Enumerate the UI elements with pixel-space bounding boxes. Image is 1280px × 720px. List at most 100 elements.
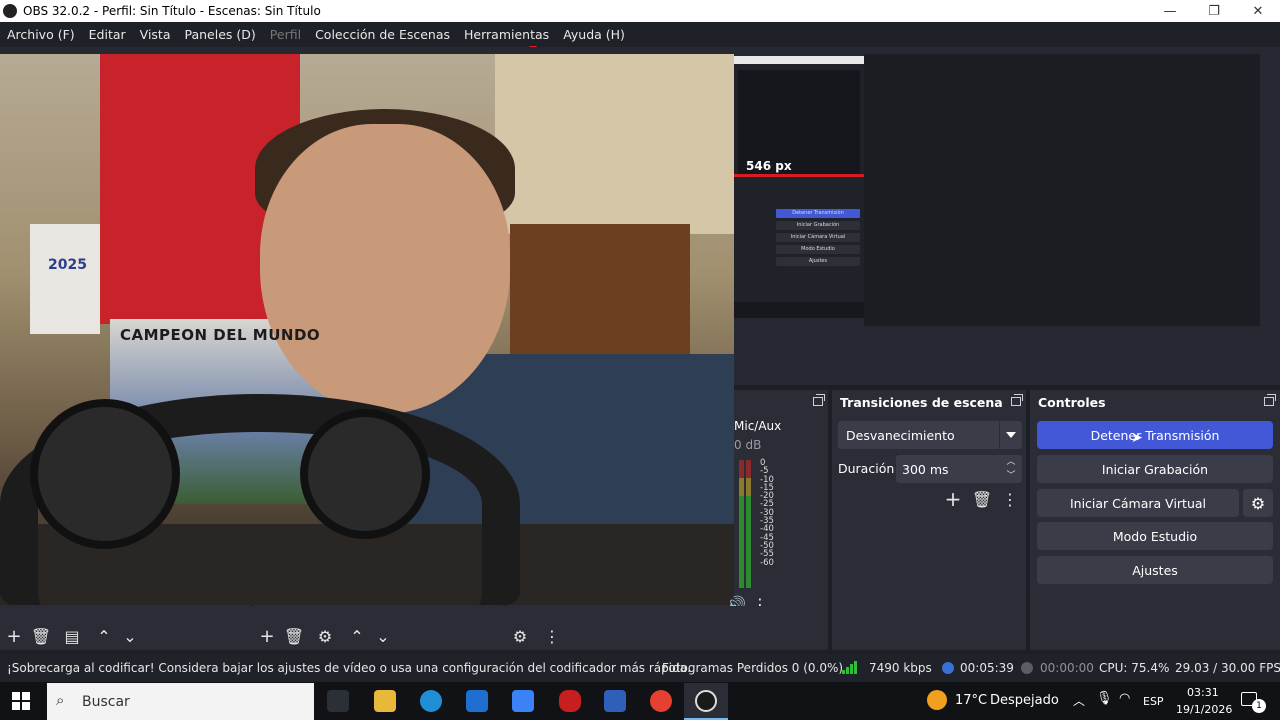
scene-filters-icon[interactable]: ▤	[62, 626, 82, 646]
menu-editar[interactable]: Editar	[82, 27, 133, 42]
weather-sun-icon[interactable]	[927, 690, 947, 710]
virtual-camera-settings-gear-icon[interactable]: ⚙	[1243, 489, 1273, 517]
nested-capture-size-label: 546 px	[746, 159, 792, 173]
duration-value: 300 ms	[902, 461, 949, 477]
start-recording-button[interactable]: Iniciar Grabación	[1037, 455, 1273, 483]
title-bar: OBS 32.0.2 - Perfil: Sin Título - Escena…	[0, 0, 1280, 22]
controls-undock-icon[interactable]	[1264, 394, 1276, 406]
transition-menu-icon[interactable]: ⋮	[1000, 489, 1020, 509]
signal-bars-icon	[842, 661, 857, 674]
nested-capture-taskbar	[734, 302, 864, 318]
menu-coleccion-escenas[interactable]: Colección de Escenas	[308, 27, 457, 42]
webcam-poster-text: CAMPEON DEL MUNDO	[120, 326, 321, 344]
transition-select[interactable]: Desvanecimiento	[838, 421, 1022, 449]
obs-taskbar-icon	[695, 690, 717, 712]
file-explorer-icon[interactable]	[374, 690, 396, 712]
settings-button[interactable]: Ajustes	[1037, 556, 1273, 584]
menu-bar: Archivo (F) Editar Vista Paneles (D) Per…	[0, 22, 1280, 47]
minimize-button[interactable]: —	[1148, 0, 1192, 22]
task-view-icon[interactable]	[327, 690, 349, 712]
add-scene-icon[interactable]: +	[4, 626, 24, 647]
nested-start-recording-button: Iniciar Grabación	[776, 221, 860, 230]
preview-canvas-dark	[864, 54, 1260, 326]
menu-paneles[interactable]: Paneles (D)	[178, 27, 263, 42]
audio-mixer-undock-icon[interactable]	[813, 394, 825, 406]
taskbar-search-box[interactable]: Buscar	[47, 683, 314, 720]
clock-time[interactable]: 03:31	[1187, 686, 1219, 699]
taskbar-search-placeholder: Buscar	[82, 693, 130, 710]
menu-ayuda[interactable]: Ayuda (H)	[556, 27, 632, 42]
chevron-down-icon[interactable]: ﹀	[1000, 469, 1022, 483]
source-up-icon[interactable]: ⌃	[347, 626, 367, 646]
restore-button[interactable]: ❐	[1192, 0, 1236, 22]
webcam-calendar-text: 2025	[48, 257, 87, 273]
duration-label: Duración	[838, 461, 895, 476]
menu-herramientas[interactable]: Herramientas	[457, 27, 556, 42]
microsoft-store-icon[interactable]	[512, 690, 534, 712]
edge-browser-icon[interactable]	[420, 690, 442, 712]
record-status-icon	[1021, 662, 1033, 674]
cpu-usage: CPU: 75.4%	[1099, 661, 1170, 675]
show-hidden-icons-chevron-icon[interactable]: ︿	[1073, 692, 1085, 709]
duration-stepper[interactable]: ︿ ﹀	[1000, 455, 1022, 483]
notepad-icon[interactable]	[604, 690, 626, 712]
add-source-icon[interactable]: +	[257, 626, 277, 647]
transitions-undock-icon[interactable]	[1011, 394, 1023, 406]
chrome-icon[interactable]	[650, 690, 672, 712]
webcam-earcup-right	[300, 409, 430, 539]
mixer-dock-menu-icon[interactable]: ⋮	[542, 626, 562, 646]
chevron-up-icon[interactable]: ︿	[1000, 455, 1022, 469]
mixer-channel-name: Mic/Aux	[734, 419, 782, 433]
status-bar: ¡Sobrecarga al codificar! Considera baja…	[0, 654, 1280, 682]
delete-scene-icon[interactable]: 🗑	[31, 626, 51, 646]
stream-time: 00:05:39	[960, 661, 1014, 675]
nested-virtual-cam-button: Iniciar Cámara Virtual	[776, 233, 860, 242]
scene-down-icon[interactable]: ⌄	[120, 626, 140, 646]
dropped-frames: Fotogramas Perdidos 0 (0.0%)	[662, 661, 844, 675]
microphone-icon[interactable]: 🎙	[1096, 691, 1113, 706]
meter-bar-left	[739, 460, 744, 588]
webcam-preview[interactable]: CAMPEON DEL MUNDO 2025	[0, 54, 734, 605]
webcam-wall	[495, 54, 734, 234]
encoder-overload-warning: ¡Sobrecarga al codificar! Considera baja…	[7, 661, 691, 675]
fps-readout: 29.03 / 30.00 FPS	[1175, 661, 1280, 675]
notification-count-badge: 1	[1252, 699, 1266, 713]
weather-temperature[interactable]: 17°C	[955, 693, 987, 708]
stop-stream-button[interactable]: Detener Transmisión	[1037, 421, 1273, 449]
add-transition-icon[interactable]: +	[943, 487, 963, 511]
mixer-level-readout: 0 dB	[734, 438, 762, 452]
bitrate: 7490 kbps	[869, 661, 932, 675]
outlook-icon[interactable]	[466, 690, 488, 712]
studio-mode-button[interactable]: Modo Estudio	[1037, 522, 1273, 550]
transitions-title: Transiciones de escena	[840, 394, 1003, 410]
menu-vista[interactable]: Vista	[133, 27, 178, 42]
menu-archivo[interactable]: Archivo (F)	[0, 27, 82, 42]
scene-up-icon[interactable]: ⌃	[94, 626, 114, 646]
close-button[interactable]: ✕	[1236, 0, 1280, 22]
weather-description[interactable]: Despejado	[990, 693, 1059, 708]
transition-select-value: Desvanecimiento	[846, 427, 955, 443]
mouse-cursor-icon: ➤	[1131, 430, 1143, 446]
delete-source-icon[interactable]: 🗑	[284, 626, 304, 646]
wifi-icon[interactable]: ◠	[1119, 691, 1130, 706]
webcam-earcup-left	[30, 399, 180, 549]
nested-settings-button: Ajustes	[776, 257, 860, 266]
source-properties-gear-icon[interactable]: ⚙	[315, 626, 335, 646]
source-down-icon[interactable]: ⌄	[373, 626, 393, 646]
red-app-icon[interactable]	[559, 690, 581, 712]
meter-bar-right	[746, 460, 751, 588]
delete-transition-icon[interactable]: 🗑	[972, 489, 992, 509]
start-virtual-camera-button[interactable]: Iniciar Cámara Virtual	[1037, 489, 1239, 517]
controls-title: Controles	[1038, 394, 1106, 410]
input-language[interactable]: ESP	[1143, 695, 1164, 708]
windows-start-icon[interactable]	[12, 692, 30, 710]
nested-studio-mode-button: Modo Estudio	[776, 245, 860, 254]
stream-status-icon	[942, 662, 954, 674]
clock-date[interactable]: 19/1/2026	[1176, 703, 1232, 716]
menu-perfil: Perfil	[269, 27, 302, 42]
chevron-down-icon	[1006, 432, 1016, 438]
duration-spinbox[interactable]: 300 ms ︿ ﹀	[896, 455, 1022, 483]
mixer-advanced-gear-icon[interactable]: ⚙	[510, 626, 530, 646]
record-time: 00:00:00	[1040, 661, 1094, 675]
webcam-person-face	[260, 124, 510, 414]
